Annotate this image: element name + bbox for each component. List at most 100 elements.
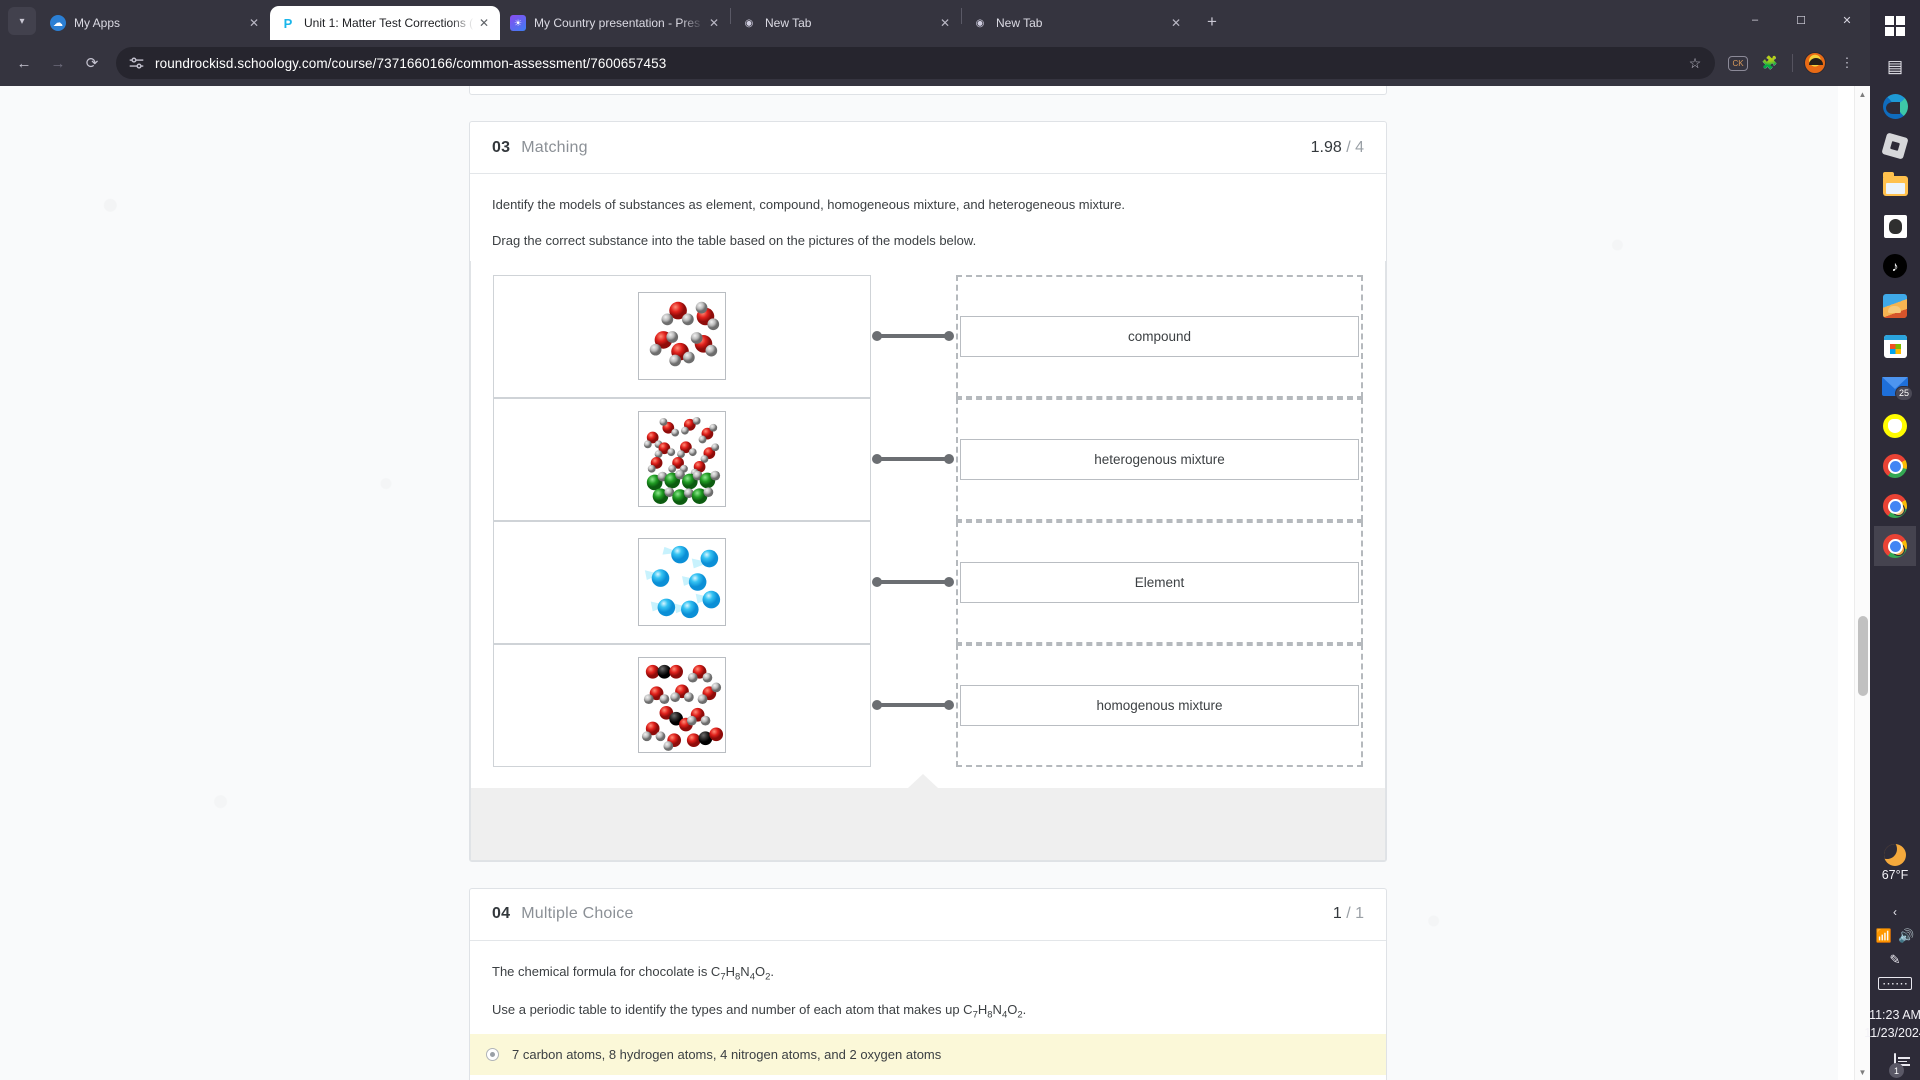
matching-answer-chip[interactable]: compound (960, 315, 1359, 357)
clock-widget[interactable]: 11:23 AM 11/23/2024 (1864, 1006, 1920, 1042)
forward-button[interactable]: → (42, 47, 74, 79)
question-03-header: 03 Matching 1.98 / 4 (470, 122, 1386, 174)
profile-badge-icon (1892, 543, 1905, 556)
matching-drop-zone[interactable]: homogenous mixture (956, 643, 1363, 767)
chrome-button[interactable] (1874, 446, 1916, 486)
chrome-profile-2-button[interactable] (1874, 526, 1916, 566)
matching-drop-zone[interactable]: compound (956, 274, 1363, 398)
matching-answer-bank[interactable] (471, 773, 1385, 860)
red-and-green-molecules-model (638, 411, 726, 508)
weather-widget[interactable]: 67°F (1882, 843, 1908, 882)
tiktok-button[interactable]: ♪ (1874, 246, 1916, 286)
edge-button[interactable] (1874, 86, 1916, 126)
maximize-button[interactable]: ☐ (1778, 0, 1824, 40)
matching-row: heterogenous mixture (493, 397, 1363, 521)
page-scrollbar[interactable]: ▲ ▼ (1854, 86, 1870, 1080)
tab-search-button[interactable]: ▾ (8, 7, 36, 35)
network-and-volume-button[interactable]: 📶 🔊 (1876, 924, 1914, 948)
scroll-up-arrow-icon[interactable]: ▲ (1855, 86, 1870, 102)
mail-icon: 25 (1882, 376, 1913, 401)
tab-close-icon[interactable]: ✕ (474, 13, 494, 33)
choice-option-1[interactable]: 7 carbon atoms, 8 hydrogen atoms, 4 nitr… (470, 1034, 1386, 1076)
site-settings-icon[interactable] (128, 55, 145, 72)
reload-button[interactable]: ⟳ (76, 47, 108, 79)
touch-keyboard-button[interactable]: ⋯⋯ (1878, 972, 1912, 996)
question-04-body: The chemical formula for chocolate is C7… (470, 941, 1386, 1029)
browser-tab-new-tab-1[interactable]: ◉ New Tab ✕ (731, 6, 961, 40)
browser-tab-my-country-presentation[interactable]: ☀ My Country presentation - Pres ✕ (500, 6, 730, 40)
question-score: 1.98 / 4 (1311, 139, 1364, 157)
chrome-icon: ◉ (744, 17, 754, 29)
choice-option-2[interactable]: 7 cobalt atoms, 8 hydrogen atoms, 4 nitr… (470, 1075, 1386, 1080)
address-bar-url[interactable]: roundrockisd.schoology.com/course/737166… (155, 56, 1671, 71)
app-button[interactable] (1874, 206, 1916, 246)
score-earned: 1 (1332, 905, 1342, 923)
roblox-button[interactable] (1874, 126, 1916, 166)
formula-part: H (977, 1002, 988, 1018)
windows-taskbar: ▤ ♪ 25 67°F ‹ 📶 🔊 ✎ ⋯⋯ 11:23 AM 11/23/20… (1864, 0, 1920, 1080)
browser-tab-new-tab-2[interactable]: ◉ New Tab ✕ (962, 6, 1192, 40)
scrollbar-thumb[interactable] (1858, 616, 1868, 696)
tab-close-icon[interactable]: ✕ (935, 13, 955, 33)
start-button[interactable] (1874, 6, 1916, 46)
matching-area: compound heterogenous mixture Element ho… (470, 260, 1386, 861)
back-arrow-icon: ← (16, 54, 32, 72)
browser-tab-unit1-matter-test-corrections[interactable]: P Unit 1: Matter Test Corrections ( ✕ (270, 6, 500, 40)
tab-close-icon[interactable]: ✕ (244, 13, 264, 33)
matching-answer-chip[interactable]: homogenous mixture (960, 684, 1359, 726)
star-icon[interactable]: ☆ (1681, 49, 1709, 77)
address-bar[interactable]: roundrockisd.schoology.com/course/737166… (116, 47, 1715, 79)
browser-tab-my-apps[interactable]: ☁ My Apps ✕ (40, 6, 270, 40)
minimize-button[interactable]: – (1732, 0, 1778, 40)
notification-center-button[interactable]: 1 (1889, 1053, 1910, 1078)
extensions-button[interactable]: 🧩 (1755, 48, 1785, 78)
matching-answer-chip[interactable]: Element (960, 561, 1359, 603)
game-button[interactable] (1874, 286, 1916, 326)
matching-answer-chip[interactable]: heterogenous mixture (960, 438, 1359, 480)
page-viewport: 03 Matching 1.98 / 4 Identify the models… (0, 86, 1870, 1080)
ck-extension-button[interactable]: CK (1723, 48, 1753, 78)
pen-button[interactable]: ✎ (1890, 948, 1901, 972)
tab-strip: ▾ ☁ My Apps ✕ P Unit 1: Matter Test Corr… (0, 0, 1870, 40)
snapchat-button[interactable] (1874, 406, 1916, 446)
microsoft-store-button[interactable] (1874, 326, 1916, 366)
matching-prompt-cell (493, 643, 871, 767)
notification-count-badge: 1 (1889, 1063, 1904, 1078)
matching-drop-zone[interactable]: heterogenous mixture (956, 397, 1363, 521)
mixed-co2-and-water-molecules-model (638, 657, 726, 754)
show-hidden-icons-button[interactable]: ‹ (1893, 900, 1897, 924)
google-chrome-icon (1883, 454, 1907, 478)
prompt-text: The chemical formula for chocolate is C (492, 963, 721, 979)
clock-time: 11:23 AM (1869, 1007, 1920, 1022)
browser-menu-button[interactable]: ⋮ (1832, 48, 1862, 78)
profile-avatar-icon[interactable] (1804, 52, 1826, 74)
three-dot-menu-icon: ⋮ (1840, 55, 1854, 70)
tab-close-icon[interactable]: ✕ (1166, 13, 1186, 33)
close-window-button[interactable]: ✕ (1824, 0, 1870, 40)
browser-window: ▾ ☁ My Apps ✕ P Unit 1: Matter Test Corr… (0, 0, 1870, 1080)
mail-button[interactable]: 25 (1874, 366, 1916, 406)
snapchat-icon (1883, 414, 1907, 438)
radio-button-icon[interactable] (486, 1048, 499, 1062)
chrome-profile-1-button[interactable] (1874, 486, 1916, 526)
profile-badge-icon (1892, 503, 1905, 516)
score-total: 1 (1355, 905, 1364, 923)
question-card-04: 04 Multiple Choice 1 / 1 The chemical fo… (469, 887, 1387, 1080)
matching-drop-zone[interactable]: Element (956, 520, 1363, 644)
file-explorer-button[interactable] (1874, 166, 1916, 206)
tab-close-icon[interactable]: ✕ (704, 13, 724, 33)
question-type: Multiple Choice (521, 905, 634, 923)
question-card-03: 03 Matching 1.98 / 4 Identify the models… (469, 121, 1387, 862)
cloud-icon: ☁ (50, 15, 66, 31)
scroll-down-arrow-icon[interactable]: ▼ (1855, 1064, 1870, 1080)
new-tab-button[interactable]: + (1198, 8, 1226, 36)
ck-extension-icon: CK (1728, 55, 1748, 71)
chrome-icon: ◉ (975, 17, 985, 29)
chevron-up-icon: ‹ (1893, 904, 1897, 919)
match-connector (871, 275, 955, 398)
tab-title: New Tab (765, 16, 812, 30)
wifi-icon: 📶 (1875, 927, 1892, 943)
back-button[interactable]: ← (8, 47, 40, 79)
task-view-button[interactable]: ▤ (1874, 46, 1916, 86)
formula-part: O (754, 963, 766, 979)
